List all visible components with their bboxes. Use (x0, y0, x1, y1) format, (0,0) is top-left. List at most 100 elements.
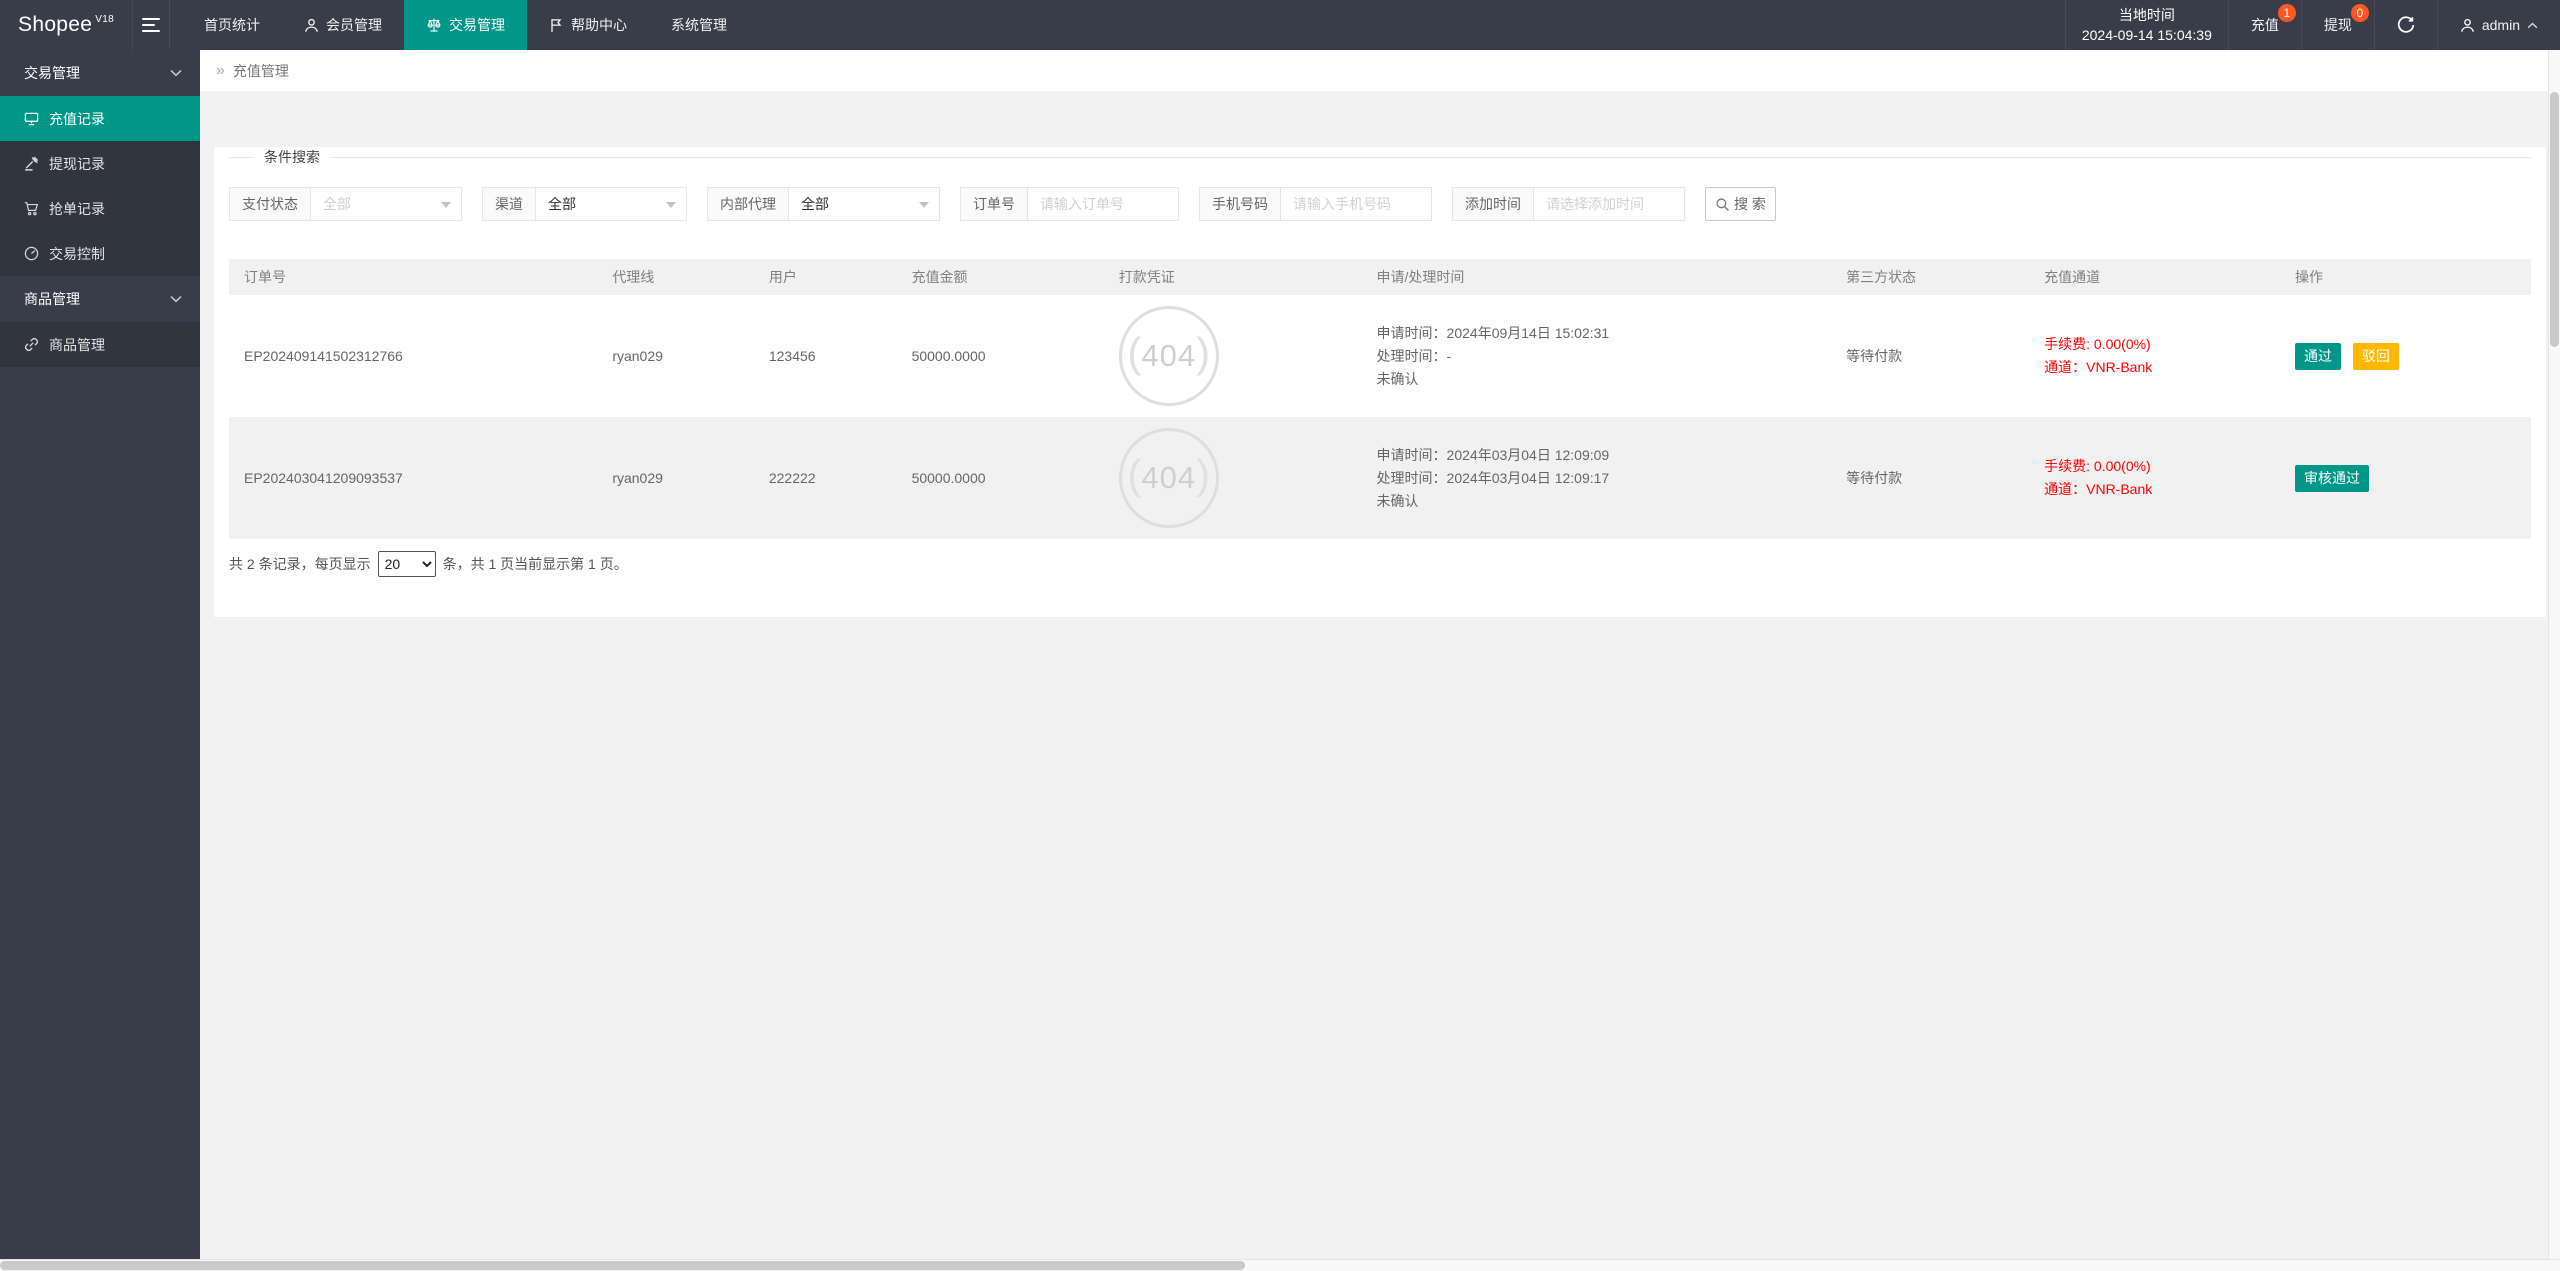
content: 条件搜索 支付状态 全部 渠道 全部 (200, 91, 2560, 631)
breadcrumb-current[interactable]: 充值管理 (233, 61, 289, 81)
hamburger-menu-icon[interactable] (132, 0, 170, 50)
withdraw-label: 提现 (2324, 15, 2352, 35)
sidebar-item-withdraw-records[interactable]: 提现记录 (0, 141, 200, 186)
nav-help-center[interactable]: 帮助中心 (527, 0, 649, 50)
col-voucher: 打款凭证 (1104, 259, 1362, 295)
nav-system-management[interactable]: 系统管理 (649, 0, 749, 50)
nav-home-stats[interactable]: 首页统计 (182, 0, 282, 50)
cell-voucher: (404) (1104, 295, 1362, 417)
table-row: EP202403041209093537 ryan029 222222 5000… (229, 417, 2531, 539)
vertical-scrollbar-thumb[interactable] (2550, 92, 2559, 347)
cell-agent: ryan029 (597, 417, 754, 539)
recharge-label: 充值 (2251, 15, 2279, 35)
sidebar-item-label: 商品管理 (49, 335, 105, 355)
sidebar-item-trade-control[interactable]: 交易控制 (0, 231, 200, 276)
select-value: 全部 (801, 194, 829, 214)
horizontal-scrollbar-thumb[interactable] (0, 1261, 1245, 1270)
gavel-icon (24, 156, 39, 171)
recharge-notice-button[interactable]: 充值 1 (2228, 0, 2301, 50)
filter-label: 渠道 (483, 188, 536, 220)
apply-time-label: 申请时间： (1377, 325, 1447, 341)
vertical-scrollbar-track[interactable] (2548, 50, 2560, 1259)
fee-value: 0.00(0%) (2094, 458, 2151, 474)
nav-label: 交易管理 (449, 15, 505, 35)
nav-member-management[interactable]: 会员管理 (282, 0, 404, 50)
cell-user: 123456 (754, 295, 897, 417)
phone-input[interactable] (1281, 188, 1431, 220)
cell-times: 申请时间：2024年09月14日 15:02:31 处理时间：- 未确认 (1362, 295, 1832, 417)
topbar-right: 当地时间 2024-09-14 15:04:39 充值 1 提现 0 adm (2065, 0, 2560, 50)
filter-payment-status: 支付状态 全部 (229, 187, 462, 221)
apply-time-label: 申请时间： (1377, 447, 1447, 463)
gauge-icon (24, 246, 39, 261)
sidebar-item-product-management[interactable]: 商品管理 (0, 322, 200, 367)
table-header-row: 订单号 代理线 用户 充值金额 打款凭证 申请/处理时间 第三方状态 充值通道 … (229, 259, 2531, 295)
add-time-input[interactable] (1534, 188, 1684, 220)
sidebar-item-label: 交易控制 (49, 244, 105, 264)
caret-down-icon (666, 202, 676, 213)
cell-agent: ryan029 (597, 295, 754, 417)
cell-channel: 手续费: 0.00(0%) 通道：VNR-Bank (2029, 295, 2280, 417)
screen: ShopeeV18 首页统计 会员管理 交易管理 (0, 0, 2560, 1271)
audit-approve-button[interactable]: 审核通过 (2295, 465, 2369, 492)
payment-status-select[interactable]: 全部 (311, 188, 461, 220)
channel-value: VNR-Bank (2086, 359, 2152, 375)
filter-add-time: 添加时间 (1452, 187, 1685, 221)
link-icon (24, 337, 39, 352)
sidebar-group-product-management[interactable]: 商品管理 (0, 276, 200, 322)
local-time: 当地时间 2024-09-14 15:04:39 (2065, 0, 2228, 50)
horizontal-scrollbar-track[interactable] (0, 1259, 2560, 1271)
cell-actions: 审核通过 (2280, 417, 2531, 539)
apply-time-value: 2024年03月04日 12:09:09 (1447, 447, 1610, 463)
filter-order-no: 订单号 (960, 187, 1179, 221)
nav-label: 帮助中心 (571, 15, 627, 35)
filter-row: 支付状态 全部 渠道 全部 内部代理 (229, 187, 2531, 221)
sidebar-item-label: 抢单记录 (49, 199, 105, 219)
refresh-button[interactable] (2374, 0, 2437, 50)
process-time-value: 2024年03月04日 12:09:17 (1447, 470, 1610, 486)
approve-button[interactable]: 通过 (2295, 343, 2341, 370)
reject-button[interactable]: 驳回 (2353, 343, 2399, 370)
process-time-label: 处理时间： (1377, 348, 1447, 364)
cell-user: 222222 (754, 417, 897, 539)
search-button[interactable]: 搜 索 (1705, 187, 1776, 221)
nav-label: 会员管理 (326, 15, 382, 35)
fee-label: 手续费: (2044, 336, 2090, 352)
select-value: 全部 (548, 194, 576, 214)
filter-label: 支付状态 (230, 188, 311, 220)
page-size-select[interactable]: 20 (378, 551, 436, 577)
filter-fieldset: 条件搜索 (229, 147, 2531, 167)
chevron-up-icon (2527, 22, 2538, 29)
internal-agent-select[interactable]: 全部 (789, 188, 939, 220)
sidebar-item-recharge-records[interactable]: 充值记录 (0, 96, 200, 141)
withdraw-notice-button[interactable]: 提现 0 (2301, 0, 2374, 50)
sidebar-group-trade-management[interactable]: 交易管理 (0, 50, 200, 96)
cell-amount: 50000.0000 (897, 417, 1104, 539)
records-table: 订单号 代理线 用户 充值金额 打款凭证 申请/处理时间 第三方状态 充值通道 … (229, 259, 2531, 539)
caret-down-icon (919, 202, 929, 213)
col-recharge-channel: 充值通道 (2029, 259, 2280, 295)
recharge-management-card: 条件搜索 支付状态 全部 渠道 全部 (214, 147, 2546, 617)
order-no-input[interactable] (1028, 188, 1178, 220)
voucher-404-placeholder[interactable]: (404) (1119, 428, 1219, 528)
nav-trade-management[interactable]: 交易管理 (404, 0, 527, 50)
breadcrumb-separator: » (216, 62, 225, 80)
filter-phone: 手机号码 (1199, 187, 1432, 221)
col-order-no: 订单号 (229, 259, 597, 295)
scale-icon (426, 17, 442, 33)
sidebar-item-label: 充值记录 (49, 109, 105, 129)
voucher-404-placeholder[interactable]: (404) (1119, 306, 1219, 406)
col-apply-process-time: 申请/处理时间 (1362, 259, 1832, 295)
sidebar-item-grab-order-records[interactable]: 抢单记录 (0, 186, 200, 231)
caret-down-icon (441, 202, 451, 213)
app-logo[interactable]: ShopeeV18 (0, 0, 132, 50)
sidebar-group-label: 商品管理 (24, 289, 80, 309)
user-menu[interactable]: admin (2437, 0, 2560, 50)
channel-label: 通道： (2044, 481, 2086, 497)
search-icon (1715, 197, 1730, 212)
local-time-label: 当地时间 (2082, 5, 2212, 25)
process-time-label: 处理时间： (1377, 470, 1447, 486)
channel-select[interactable]: 全部 (536, 188, 686, 220)
channel-value: VNR-Bank (2086, 481, 2152, 497)
username: admin (2482, 17, 2520, 33)
